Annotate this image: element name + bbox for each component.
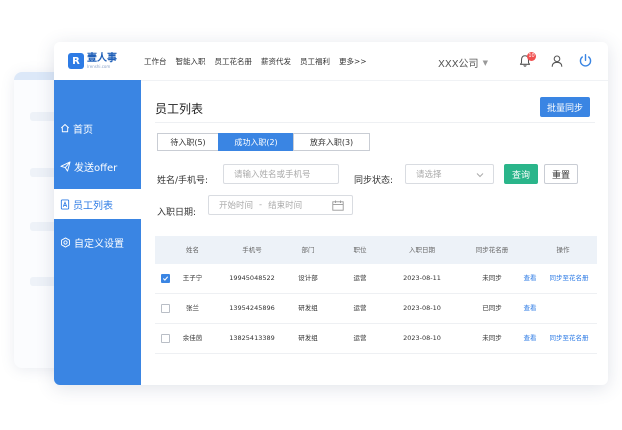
name-phone-label: 姓名/手机号: — [157, 176, 209, 186]
view-link[interactable]: 查看 — [521, 264, 539, 293]
nav-item-benefits[interactable]: 员工福利 — [300, 56, 330, 67]
row-checkbox[interactable] — [161, 334, 170, 343]
sidebar-item-label: 发送offer — [74, 162, 118, 174]
sidebar-item-employee-list[interactable]: 员工列表 — [54, 189, 141, 219]
tab-abandoned[interactable]: 放弃入职(3) — [293, 133, 370, 151]
sync-status-label: 同步状态: — [354, 176, 394, 186]
tab-onboarded[interactable]: 成功入职(2) — [218, 133, 294, 151]
sidebar-item-custom-settings[interactable]: 自定义设置 — [54, 227, 141, 257]
user-icon[interactable] — [550, 54, 564, 68]
document-icon — [60, 198, 70, 210]
logo-text: 壹人事 Irenshi.com — [87, 52, 117, 69]
caret-down-icon: ▼ — [482, 58, 488, 67]
calendar-icon — [332, 200, 344, 211]
tab-pending[interactable]: 待入职(5) — [157, 133, 219, 151]
query-button[interactable]: 查询 — [504, 164, 538, 184]
status-tabs: 待入职(5) 成功入职(2) 放弃入职(3) — [157, 133, 370, 151]
chevron-down-icon — [476, 173, 484, 178]
nav-item-smart-onboarding[interactable]: 智能入职 — [176, 56, 206, 67]
home-icon — [60, 124, 70, 133]
cell-name: 张兰 — [186, 304, 199, 312]
nav-item-payroll[interactable]: 薪资代发 — [261, 56, 291, 67]
page-title: 员工列表 — [155, 102, 204, 116]
date-start-placeholder: 开始时间 — [219, 201, 254, 211]
sync-to-roster-link[interactable]: 同步至花名册 — [545, 264, 593, 293]
brand-domain: Irenshi.com — [87, 63, 111, 69]
cell-sync-status: 未同步 — [482, 334, 502, 342]
cell-department: 研发组 — [298, 334, 318, 342]
cell-phone: 13954245896 — [229, 304, 275, 312]
date-separator: - — [259, 200, 263, 210]
send-icon — [60, 160, 71, 172]
column-header-position: 职位 — [353, 246, 367, 254]
cell-phone: 19945048522 — [229, 274, 275, 282]
sidebar-item-label: 首页 — [73, 124, 93, 136]
column-header-department: 部门 — [301, 246, 315, 254]
sync-status-select[interactable]: 请选择 — [405, 164, 494, 184]
cell-sync-status: 已同步 — [482, 304, 502, 312]
app-window: R 壹人事 Irenshi.com 工作台 智能入职 员工花名册 薪资代发 员工… — [54, 42, 608, 385]
power-icon[interactable] — [578, 53, 593, 68]
cell-join-date: 2023-08-10 — [403, 304, 441, 312]
view-link[interactable]: 查看 — [521, 324, 539, 353]
column-header-sync: 同步花名册 — [475, 246, 509, 254]
cell-name: 王子宁 — [182, 274, 203, 282]
top-bar: R 壹人事 Irenshi.com 工作台 智能入职 员工花名册 薪资代发 员工… — [54, 42, 608, 81]
column-header-name: 姓名 — [186, 246, 199, 254]
batch-sync-button[interactable]: 批量同步 — [540, 97, 590, 117]
company-selector[interactable]: XXX公司 ▼ — [438, 55, 488, 71]
cell-join-date: 2023-08-11 — [403, 274, 441, 282]
column-header-phone: 手机号 — [242, 246, 262, 254]
notification-badge: 10 — [527, 52, 536, 61]
check-icon — [162, 276, 169, 281]
sidebar-item-send-offer[interactable]: 发送offer — [54, 151, 141, 181]
cell-name: 余佳茵 — [182, 334, 203, 342]
table-row: 余佳茵 13825413389 研发组 运营 2023-08-10 未同步 查看… — [155, 324, 597, 354]
sidebar-item-home[interactable]: 首页 — [54, 113, 141, 143]
column-header-actions: 操作 — [556, 246, 570, 254]
cell-position: 运营 — [353, 334, 367, 342]
logo-mark-icon: R — [68, 53, 84, 69]
nav-item-more[interactable]: 更多>> — [339, 56, 367, 67]
sync-status-placeholder: 请选择 — [416, 170, 442, 180]
reset-button[interactable]: 重置 — [544, 164, 578, 184]
sidebar: 首页 发送offer 员工列表 自定义设置 — [54, 80, 141, 385]
cell-department: 研发组 — [298, 304, 318, 312]
nav-item-workbench[interactable]: 工作台 — [144, 56, 167, 67]
nav-item-roster[interactable]: 员工花名册 — [215, 56, 253, 67]
table-header: 姓名 手机号 部门 职位 入职日期 同步花名册 操作 — [155, 236, 597, 264]
join-date-label: 入职日期: — [157, 208, 197, 218]
cell-position: 运营 — [353, 274, 367, 282]
date-range-input[interactable]: 开始时间 - 结束时间 — [208, 195, 353, 215]
cell-phone: 13825413389 — [229, 334, 275, 342]
brand-name: 壹人事 — [87, 52, 117, 64]
column-header-join-date: 入职日期 — [409, 246, 435, 254]
name-phone-input[interactable]: 请输入姓名或手机号 — [223, 164, 339, 184]
sidebar-item-label: 员工列表 — [73, 200, 113, 212]
table-row: 张兰 13954245896 研发组 运营 2023-08-10 已同步 查看 — [155, 294, 597, 324]
cell-department: 设计部 — [298, 274, 318, 282]
cell-position: 运营 — [353, 304, 367, 312]
row-checkbox[interactable] — [161, 274, 170, 283]
title-divider — [155, 122, 595, 123]
row-checkbox[interactable] — [161, 304, 170, 313]
view-link[interactable]: 查看 — [521, 294, 539, 323]
table-row: 王子宁 19945048522 设计部 运营 2023-08-11 未同步 查看… — [155, 264, 597, 294]
date-end-placeholder: 结束时间 — [268, 201, 303, 211]
cell-sync-status: 未同步 — [482, 274, 502, 282]
main-content: 员工列表 批量同步 待入职(5) 成功入职(2) 放弃入职(3) 姓名/手机号:… — [141, 80, 608, 385]
settings-icon — [61, 236, 70, 248]
sidebar-item-label: 自定义设置 — [74, 238, 124, 250]
company-name: XXX公司 — [438, 59, 479, 70]
sync-to-roster-link[interactable]: 同步至花名册 — [545, 324, 593, 353]
brand-logo[interactable]: R 壹人事 Irenshi.com — [68, 52, 117, 70]
cell-join-date: 2023-08-10 — [403, 334, 441, 342]
top-nav: 工作台 智能入职 员工花名册 薪资代发 员工福利 更多>> — [144, 42, 367, 80]
